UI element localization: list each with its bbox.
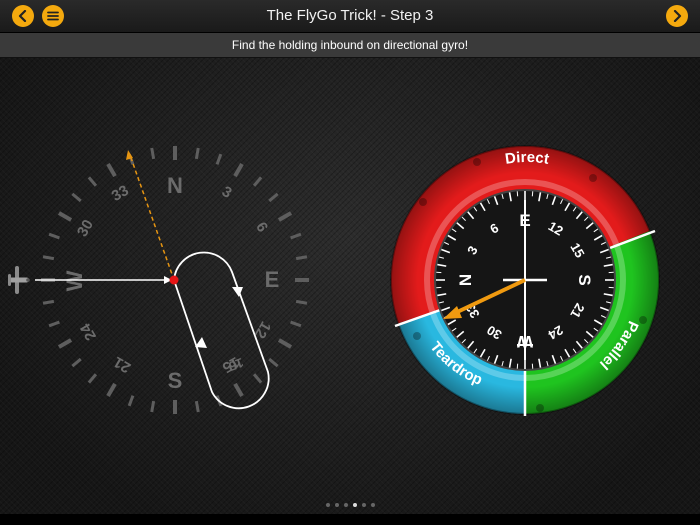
page-dot[interactable] bbox=[334, 503, 339, 507]
directional-gyro-panel: Direct Parallel Teardrop E S W N 12 15 2… bbox=[390, 145, 660, 416]
compass-tick bbox=[42, 255, 55, 261]
holding-diagram: N E S W 3 6 12 15 21 24 30 33 15 bbox=[8, 146, 309, 414]
compass-tick bbox=[277, 338, 293, 349]
compass-tick bbox=[87, 373, 98, 384]
bottom-bar bbox=[0, 514, 700, 525]
compass-tick bbox=[252, 373, 263, 384]
compass-tick bbox=[71, 192, 82, 203]
compass-tick bbox=[48, 320, 60, 328]
compass-tick bbox=[233, 382, 244, 398]
page-dot[interactable] bbox=[370, 503, 375, 507]
compass-tick bbox=[48, 232, 60, 240]
page-dot[interactable] bbox=[352, 503, 357, 507]
compass-s: S bbox=[168, 368, 183, 393]
compass-tick bbox=[150, 400, 156, 413]
page-title: The FlyGo Trick! - Step 3 bbox=[266, 7, 434, 24]
header-bar: The FlyGo Trick! - Step 3 bbox=[0, 0, 700, 33]
gyro-s: S bbox=[575, 274, 594, 285]
instruction-text: Find the holding inbound on directional … bbox=[231, 38, 469, 52]
direct-label: Direct bbox=[504, 149, 550, 168]
compass-33: 33 bbox=[109, 182, 132, 205]
compass-tick bbox=[150, 147, 156, 160]
chevron-right-icon bbox=[673, 10, 682, 22]
compass-3: 3 bbox=[219, 183, 235, 202]
page-dot[interactable] bbox=[361, 503, 366, 507]
compass-6: 6 bbox=[252, 219, 271, 235]
compass-tick bbox=[290, 320, 302, 328]
compass-n: N bbox=[167, 173, 183, 198]
compass-tick bbox=[71, 357, 82, 368]
compass-21: 21 bbox=[111, 353, 134, 376]
gyro-n: N bbox=[456, 274, 475, 286]
compass-tick bbox=[194, 147, 200, 160]
compass-tick bbox=[57, 211, 73, 222]
compass-12: 12 bbox=[251, 318, 274, 341]
holding-fix-point bbox=[169, 275, 179, 285]
compass-tick bbox=[127, 395, 135, 407]
instruction-bar: Find the holding inbound on directional … bbox=[0, 33, 700, 58]
compass-tick bbox=[57, 338, 73, 349]
page-dot[interactable] bbox=[343, 503, 348, 507]
compass-tick bbox=[295, 255, 308, 261]
page-indicator bbox=[0, 503, 700, 511]
racetrack-arrow-left bbox=[195, 337, 207, 348]
compass-tick bbox=[268, 357, 279, 368]
compass-tick bbox=[194, 400, 200, 413]
compass-tick bbox=[295, 299, 308, 305]
next-button[interactable] bbox=[666, 5, 688, 27]
compass-tick bbox=[106, 162, 117, 178]
page-dot[interactable] bbox=[325, 503, 330, 507]
compass-tick bbox=[87, 176, 98, 187]
aircraft-icon bbox=[8, 266, 30, 294]
compass-30: 30 bbox=[74, 217, 97, 240]
compass-tick bbox=[277, 211, 293, 222]
compass-tick bbox=[290, 232, 302, 240]
compass-tick bbox=[268, 192, 279, 203]
compass-tick bbox=[42, 299, 55, 305]
compass-tick bbox=[106, 382, 117, 398]
compass-tick bbox=[215, 153, 223, 165]
compass-tick bbox=[252, 176, 263, 187]
compass-tick bbox=[233, 162, 244, 178]
compass-e: E bbox=[265, 267, 280, 292]
compass-24: 24 bbox=[77, 320, 100, 344]
compass-w: W bbox=[62, 270, 87, 291]
